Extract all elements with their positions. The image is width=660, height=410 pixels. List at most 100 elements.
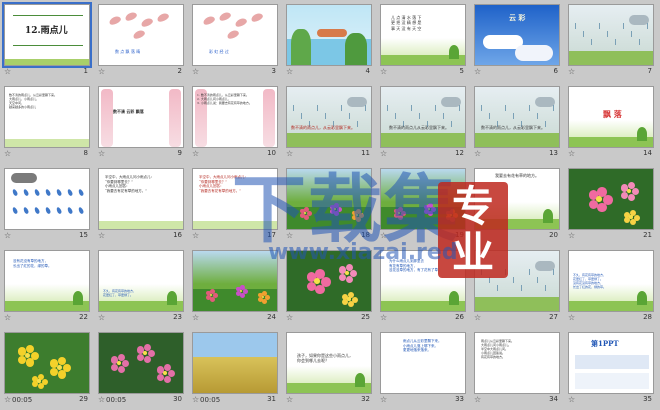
transition-star-icon[interactable]: ☆ bbox=[568, 313, 575, 322]
transition-star-icon[interactable]: ☆ bbox=[192, 149, 199, 158]
transition-star-icon[interactable]: ☆ bbox=[286, 67, 293, 76]
transition-star-icon[interactable]: ☆ bbox=[192, 67, 199, 76]
slide-thumbnail[interactable]: ☆ 24 bbox=[188, 246, 282, 328]
slide-preview[interactable]: 1. 数不清的雨点儿，从云彩里飘下来。 2. 大雨点儿问小雨点儿， 3. 小雨点… bbox=[192, 86, 278, 148]
slide-preview[interactable] bbox=[192, 250, 278, 312]
transition-star-icon[interactable]: ☆ bbox=[474, 149, 481, 158]
transition-star-icon[interactable]: ☆ bbox=[192, 395, 199, 404]
transition-star-icon[interactable]: ☆ bbox=[474, 67, 481, 76]
slide-preview[interactable] bbox=[286, 250, 372, 312]
slide-preview[interactable]: 没有花没有草的地方， 长出了红的花，绿的草。 bbox=[4, 250, 90, 312]
transition-star-icon[interactable]: ☆ bbox=[286, 313, 293, 322]
transition-star-icon[interactable]: ☆ bbox=[474, 231, 481, 240]
transition-star-icon[interactable]: ☆ bbox=[98, 313, 105, 322]
slide-preview[interactable] bbox=[4, 168, 90, 230]
slide-preview[interactable]: 不久，有花有草的地方， 花更红了，草更绿了。 bbox=[98, 250, 184, 312]
slide-thumbnail[interactable]: ☆ 00:05 31 bbox=[188, 328, 282, 410]
transition-star-icon[interactable]: ☆ bbox=[474, 395, 481, 404]
transition-star-icon[interactable]: ☆ bbox=[192, 231, 199, 240]
slide-preview[interactable]: 雨点儿从云彩里飘下来。 小雨点儿落上哪下来。 更更地落来落来。 bbox=[380, 332, 466, 394]
slide-thumbnail[interactable]: 不久，有花有草的地方， 花更红了，草更绿了。 没有花没有草的地方， 长出了红的花… bbox=[564, 246, 658, 328]
slide-preview[interactable]: 飘 落 bbox=[568, 86, 654, 148]
slide-thumbnail[interactable]: 数 点 飘 落 晴 ☆ 2 bbox=[94, 0, 188, 82]
slide-thumbnail[interactable]: 为什么雨点儿到那里去 有花有草的地方， 没花没草的地方，有了花有了草。 ☆ 26 bbox=[376, 246, 470, 328]
transition-star-icon[interactable]: ☆ bbox=[286, 395, 293, 404]
transition-star-icon[interactable]: ☆ bbox=[4, 67, 11, 76]
slide-preview[interactable]: 数不清的雨点儿，从云彩里飘下来。 bbox=[286, 86, 372, 148]
transition-star-icon[interactable]: ☆ bbox=[286, 231, 293, 240]
transition-star-icon[interactable]: ☆ bbox=[98, 67, 105, 76]
slide-thumbnail[interactable]: ☆ 7 bbox=[564, 0, 658, 82]
slide-thumbnail[interactable]: 我要去有花有草的地方。 ☆ 20 bbox=[470, 164, 564, 246]
slide-preview[interactable] bbox=[4, 332, 90, 394]
slide-preview[interactable] bbox=[286, 168, 372, 230]
transition-star-icon[interactable]: ☆ bbox=[380, 313, 387, 322]
slide-thumbnail[interactable]: ☆ 18 bbox=[282, 164, 376, 246]
slide-thumbnail[interactable]: ☆ 27 bbox=[470, 246, 564, 328]
slide-preview[interactable] bbox=[192, 332, 278, 394]
slide-preview[interactable]: 云 彩 bbox=[474, 4, 560, 66]
transition-star-icon[interactable]: ☆ bbox=[568, 231, 575, 240]
slide-thumbnail[interactable]: 半空中，大雨点儿问小雨点儿： “你要到哪里去？” 小雨点儿回答： “我要去有花有… bbox=[188, 164, 282, 246]
slide-thumbnail[interactable]: ☆ 00:05 30 bbox=[94, 328, 188, 410]
slide-preview[interactable] bbox=[474, 250, 560, 312]
slide-thumbnail[interactable]: 飘 落 ☆ 14 bbox=[564, 82, 658, 164]
slide-thumbnail[interactable]: 第1PPT ☆ 35 bbox=[564, 328, 658, 410]
transition-star-icon[interactable]: ☆ bbox=[192, 313, 199, 322]
slide-preview[interactable]: 12.雨点儿 bbox=[2, 2, 92, 68]
slide-thumbnail[interactable]: 不久，有花有草的地方， 花更红了，草更绿了。 ☆ 23 bbox=[94, 246, 188, 328]
slide-preview[interactable]: 彩 虹 经 过 bbox=[192, 4, 278, 66]
transition-star-icon[interactable]: ☆ bbox=[4, 395, 11, 404]
transition-star-icon[interactable]: ☆ bbox=[380, 231, 387, 240]
transition-star-icon[interactable]: ☆ bbox=[98, 395, 105, 404]
transition-star-icon[interactable]: ☆ bbox=[4, 231, 11, 240]
slide-thumbnail[interactable]: 数不清 云彩 飘落 ☆ 9 bbox=[94, 82, 188, 164]
slide-thumbnail[interactable]: 云 彩 ☆ 6 bbox=[470, 0, 564, 82]
slide-thumbnail[interactable]: 数不清的雨点儿从云彩里飘下来。 ☆ 12 bbox=[376, 82, 470, 164]
slide-preview[interactable]: 为什么雨点儿到那里去 有花有草的地方， 没花没草的地方，有了花有了草。 bbox=[380, 250, 466, 312]
slide-thumbnail[interactable]: 1. 数不清的雨点儿，从云彩里飘下来。 2. 大雨点儿问小雨点儿， 3. 小雨点… bbox=[188, 82, 282, 164]
slide-preview[interactable]: 数不清的雨点儿，从云彩里飘下来。 bbox=[474, 86, 560, 148]
slide-preview[interactable]: 半空中，大雨点儿问小雨点儿： “你要到哪里去？” 小雨点儿回答： “我要去有花有… bbox=[98, 168, 184, 230]
slide-preview[interactable]: 第1PPT bbox=[568, 332, 654, 394]
transition-star-icon[interactable]: ☆ bbox=[286, 149, 293, 158]
slide-thumbnail[interactable]: 雨点儿从云彩里飘下来。 大雨点儿问小雨点儿。 半空中大雨点儿问。 小雨点儿回答说… bbox=[470, 328, 564, 410]
transition-star-icon[interactable]: ☆ bbox=[4, 313, 11, 322]
slide-thumbnail[interactable]: 雨点儿从云彩里飘下来。 小雨点儿落上哪下来。 更更地落来落来。 ☆ 33 bbox=[376, 328, 470, 410]
transition-star-icon[interactable]: ☆ bbox=[98, 149, 105, 158]
slide-thumbnail[interactable]: ☆ 00:05 29 bbox=[0, 328, 94, 410]
slide-preview[interactable] bbox=[98, 332, 184, 394]
transition-star-icon[interactable]: ☆ bbox=[380, 395, 387, 404]
transition-star-icon[interactable]: ☆ bbox=[380, 67, 387, 76]
slide-preview[interactable] bbox=[568, 168, 654, 230]
slide-preview[interactable]: 数不清的雨点儿从云彩里飘下来。 bbox=[380, 86, 466, 148]
transition-star-icon[interactable]: ☆ bbox=[474, 313, 481, 322]
slide-thumbnail[interactable]: ☆ 25 bbox=[282, 246, 376, 328]
slide-preview[interactable]: 数不清 云彩 飘落 bbox=[98, 86, 184, 148]
slide-preview[interactable] bbox=[380, 168, 466, 230]
transition-star-icon[interactable]: ☆ bbox=[4, 149, 11, 158]
slide-thumbnail[interactable]: ☆ 19 bbox=[376, 164, 470, 246]
transition-star-icon[interactable]: ☆ bbox=[568, 149, 575, 158]
slide-preview[interactable]: 不久，有花有草的地方， 花更红了，草更绿了。 没有花没有草的地方， 长出了红的花… bbox=[568, 250, 654, 312]
transition-star-icon[interactable]: ☆ bbox=[98, 231, 105, 240]
slide-thumbnail[interactable]: 没有花没有草的地方， 长出了红的花，绿的草。 ☆ 22 bbox=[0, 246, 94, 328]
slide-thumbnail[interactable]: 数不清的雨点儿，从云彩里飘下来。 大雨点儿，小雨点儿， 天空中问， 越来越多的小… bbox=[0, 82, 94, 164]
slide-preview[interactable] bbox=[568, 4, 654, 66]
slide-thumbnail[interactable]: 数不清的雨点儿，从云彩里飘下来。 ☆ 13 bbox=[470, 82, 564, 164]
slide-preview[interactable]: 雨点儿从云彩里飘下来。 大雨点儿问小雨点儿。 半空中大雨点儿问。 小雨点儿回答说… bbox=[474, 332, 560, 394]
slide-thumbnail[interactable]: 彩 虹 经 过 ☆ 3 bbox=[188, 0, 282, 82]
slide-thumbnail[interactable]: 12.雨点儿 ☆ 1 bbox=[0, 0, 94, 82]
slide-preview[interactable]: 半空中，大雨点儿问小雨点儿： “你要到哪里去？” 小雨点儿回答： “我要去有花有… bbox=[192, 168, 278, 230]
transition-star-icon[interactable]: ☆ bbox=[568, 67, 575, 76]
slide-thumbnail[interactable]: 儿 点 清 水 落 下 更 把 没 精 想 是 事 天 没 有 天 空 ☆ 5 bbox=[376, 0, 470, 82]
slide-thumbnail[interactable]: 孩子，如果你是这些小雨点儿， 你会到哪儿去呢？ ☆ 32 bbox=[282, 328, 376, 410]
slide-thumbnail[interactable]: 半空中，大雨点儿问小雨点儿： “你要到哪里去？” 小雨点儿回答： “我要去有花有… bbox=[94, 164, 188, 246]
slide-thumbnail[interactable]: 数不清的雨点儿，从云彩里飘下来。 ☆ 11 bbox=[282, 82, 376, 164]
slide-thumbnail[interactable]: ☆ 15 bbox=[0, 164, 94, 246]
transition-star-icon[interactable]: ☆ bbox=[568, 395, 575, 404]
slide-preview[interactable]: 数不清的雨点儿，从云彩里飘下来。 大雨点儿，小雨点儿， 天空中问， 越来越多的小… bbox=[4, 86, 90, 148]
slide-preview[interactable]: 数 点 飘 落 晴 bbox=[98, 4, 184, 66]
slide-preview[interactable]: 儿 点 清 水 落 下 更 把 没 精 想 是 事 天 没 有 天 空 bbox=[380, 4, 466, 66]
slide-preview[interactable]: 孩子，如果你是这些小雨点儿， 你会到哪儿去呢？ bbox=[286, 332, 372, 394]
